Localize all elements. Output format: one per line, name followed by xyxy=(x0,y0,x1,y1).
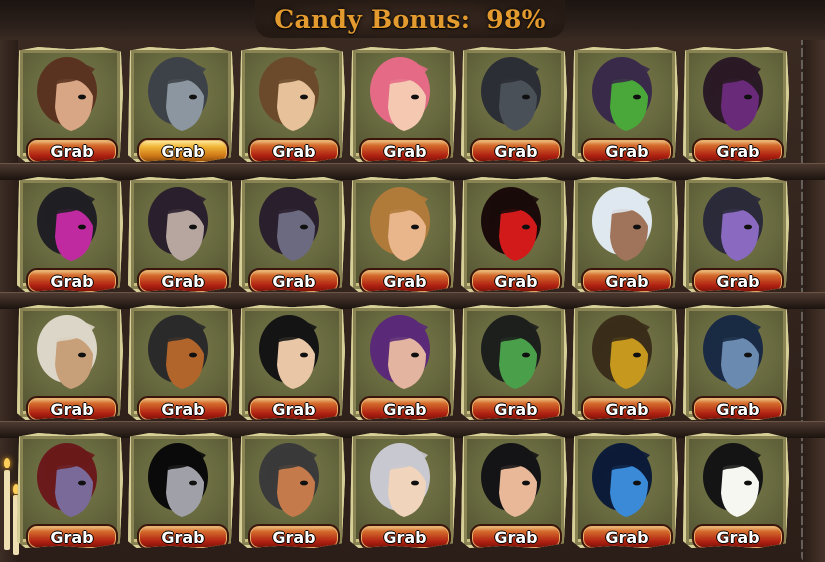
character-tile: Grab xyxy=(128,177,234,292)
grab-button[interactable]: Grab xyxy=(470,524,562,548)
grab-button[interactable]: Grab xyxy=(248,524,340,548)
character-tile: Grab xyxy=(572,433,678,548)
orange-hooded-warrior-portrait xyxy=(148,315,208,389)
character-tile: Grab xyxy=(461,47,567,162)
grab-button[interactable]: Grab xyxy=(26,268,118,292)
grab-button[interactable]: Grab xyxy=(470,268,562,292)
header-bar: Candy Bonus: 98% xyxy=(0,0,825,40)
grab-button[interactable]: Grab xyxy=(137,396,229,420)
purple-hooded-beast-portrait xyxy=(703,57,763,131)
grab-button[interactable]: Grab xyxy=(581,524,673,548)
grab-button[interactable]: Grab xyxy=(26,396,118,420)
character-tile: Grab xyxy=(683,177,789,292)
grab-button[interactable]: Grab xyxy=(248,396,340,420)
shelf xyxy=(0,163,825,180)
golden-chainsaw-helmet-portrait xyxy=(592,315,652,389)
character-tile: Grab xyxy=(350,47,456,162)
grab-button[interactable]: Grab xyxy=(692,138,784,162)
candy-bonus-value: 98% xyxy=(486,4,546,34)
grab-button[interactable]: Grab xyxy=(692,524,784,548)
silver-hair-portrait xyxy=(370,443,430,517)
magenta-eye-helmet-portrait xyxy=(37,187,97,261)
character-tile: Grab xyxy=(128,305,234,420)
clockwork-silhouette-portrait xyxy=(148,443,208,517)
grab-button[interactable]: Grab xyxy=(470,396,562,420)
starry-manta-portrait xyxy=(592,443,652,517)
character-tile: Grab xyxy=(350,433,456,548)
character-tile: Grab xyxy=(239,305,345,420)
grab-button[interactable]: Grab xyxy=(26,524,118,548)
red-many-eyes-creature-portrait xyxy=(481,187,541,261)
horned-steel-helmet-portrait xyxy=(148,57,208,131)
character-tile: Grab xyxy=(350,177,456,292)
cosmic-skull-portrait xyxy=(703,187,763,261)
character-tile: Grab xyxy=(17,433,123,548)
white-hair-glasses-portrait xyxy=(592,187,652,261)
grab-button[interactable]: Grab xyxy=(581,268,673,292)
character-tile: Grab xyxy=(239,433,345,548)
grab-button[interactable]: Grab xyxy=(581,138,673,162)
green-eye-zombie-portrait xyxy=(481,315,541,389)
grab-button[interactable]: Grab xyxy=(26,138,118,162)
character-tile: Grab xyxy=(683,47,789,162)
character-tile: Grab xyxy=(572,177,678,292)
blue-hair-steampunk-portrait xyxy=(703,315,763,389)
purple-hair-rose-portrait xyxy=(370,315,430,389)
grab-button[interactable]: Grab xyxy=(692,268,784,292)
grab-button[interactable]: Grab xyxy=(692,396,784,420)
brown-hair-woman-portrait xyxy=(259,57,319,131)
character-tile: Grab xyxy=(239,47,345,162)
candy-bonus-panel: Candy Bonus: 98% Grab Grab Grab Grab Grab Gra… xyxy=(0,0,825,562)
character-tile: Grab xyxy=(683,433,789,548)
grab-button[interactable]: Grab xyxy=(137,268,229,292)
red-hair-ram-horn-portrait xyxy=(37,443,97,517)
witch-hat-portrait xyxy=(259,443,319,517)
candy-bonus-label: Candy Bonus: xyxy=(274,4,471,34)
grab-button[interactable]: Grab xyxy=(359,524,451,548)
grab-button[interactable]: Grab xyxy=(470,138,562,162)
clown-portrait xyxy=(703,443,763,517)
character-tile: Grab xyxy=(461,305,567,420)
character-tile: Grab xyxy=(683,305,789,420)
character-tile: Grab xyxy=(461,433,567,548)
black-hair-portrait xyxy=(259,315,319,389)
grab-button[interactable]: Grab xyxy=(359,268,451,292)
grab-button[interactable]: Grab xyxy=(581,396,673,420)
character-tile: Grab xyxy=(17,305,123,420)
character-tile: Grab xyxy=(128,47,234,162)
long-brown-hair-elf-portrait xyxy=(37,57,97,131)
braided-hair-dark-elf-portrait xyxy=(148,187,208,261)
candy-bonus-title: Candy Bonus: 98% xyxy=(255,0,565,38)
character-tile: Grab xyxy=(17,47,123,162)
character-tile: Grab xyxy=(572,47,678,162)
blonde-man-portrait xyxy=(370,187,430,261)
character-tile: Grab xyxy=(128,433,234,548)
grab-button[interactable]: Grab xyxy=(248,138,340,162)
character-tile: Grab xyxy=(239,177,345,292)
grab-button[interactable]: Grab xyxy=(248,268,340,292)
purple-green-dragon-portrait xyxy=(592,57,652,131)
character-tile: Grab xyxy=(17,177,123,292)
grab-button[interactable]: Grab xyxy=(359,396,451,420)
character-tile: Grab xyxy=(350,305,456,420)
character-tile: Grab xyxy=(572,305,678,420)
black-red-spiky-hair-portrait xyxy=(481,443,541,517)
white-maned-lion-portrait xyxy=(37,315,97,389)
pink-hair-crowned-portrait xyxy=(370,57,430,131)
braided-hair-blue-eye-portrait xyxy=(259,187,319,261)
grab-button[interactable]: Grab xyxy=(137,138,229,162)
bat-creature-portrait xyxy=(481,57,541,131)
grab-button[interactable]: Grab xyxy=(137,524,229,548)
character-tile: Grab xyxy=(461,177,567,292)
grab-button[interactable]: Grab xyxy=(359,138,451,162)
